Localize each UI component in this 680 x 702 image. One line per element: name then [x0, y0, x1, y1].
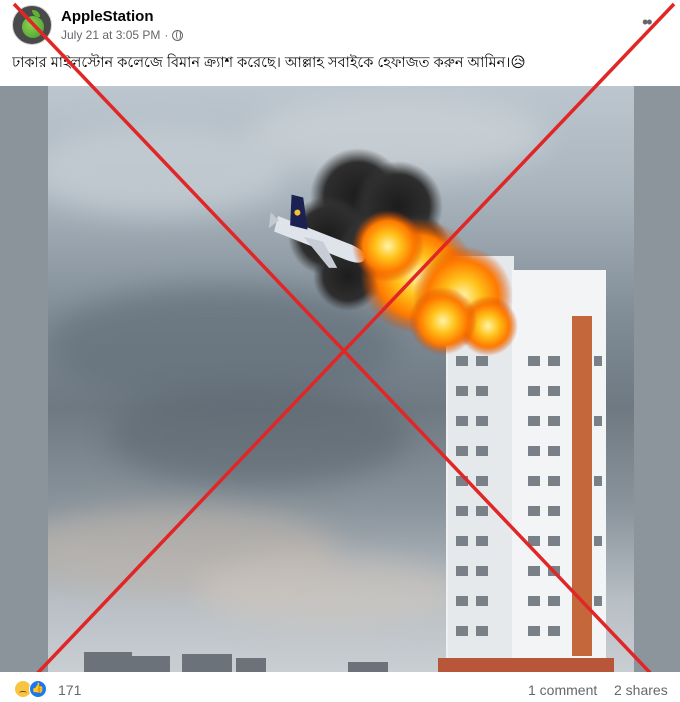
comments-link[interactable]: 1 comment	[528, 682, 597, 698]
plane-crash-photo	[48, 86, 634, 672]
post-image[interactable]	[0, 86, 680, 672]
fireball	[352, 210, 518, 356]
distant-skyline	[84, 652, 388, 672]
post-timestamp[interactable]: July 21 at 3:05 PM	[61, 28, 160, 42]
more-options-icon[interactable]: ••	[642, 12, 653, 33]
reaction-icons[interactable]: 👍	[14, 680, 54, 698]
image-padding-right	[634, 86, 680, 672]
post-header: AppleStation July 21 at 3:05 PM · ••	[0, 0, 680, 48]
photo-scene	[84, 148, 614, 672]
page-name-link[interactable]: AppleStation	[61, 8, 154, 25]
image-padding-left	[0, 86, 48, 672]
shares-link[interactable]: 2 shares	[614, 682, 668, 698]
globe-icon[interactable]	[172, 29, 184, 41]
page-avatar[interactable]	[12, 5, 52, 45]
post-meta: July 21 at 3:05 PM ·	[61, 28, 184, 42]
post-footer: 👍 171 1 comment 2 shares	[0, 672, 680, 702]
post-caption: ঢাকার মাইলস্টোন কলেজে বিমান ক্র্যাশ করেছ…	[12, 55, 526, 71]
apple-logo-icon	[22, 16, 44, 38]
like-reaction-icon: 👍	[29, 680, 47, 698]
meta-separator: ·	[164, 28, 169, 42]
reaction-count[interactable]: 171	[58, 682, 81, 698]
